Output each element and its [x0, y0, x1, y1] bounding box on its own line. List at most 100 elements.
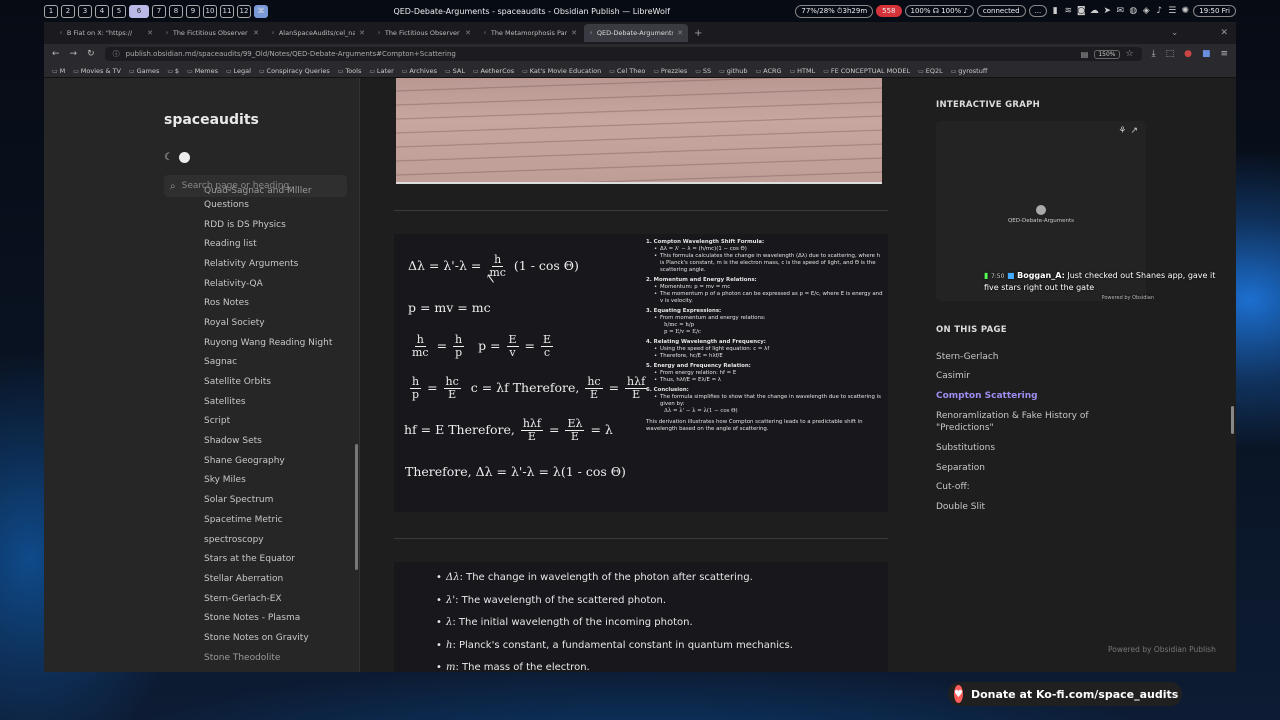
browser-tab[interactable]: ◦The Fictitious Observer at th ✕ — [160, 24, 264, 42]
globe-icon[interactable]: ◍ — [1128, 6, 1138, 16]
file-tree-item[interactable]: Sagnac — [204, 353, 354, 373]
browser-tab[interactable]: ◦ AlanSpaceAudits/cel_na ✕ — [266, 24, 370, 42]
tab-close-icon[interactable]: ✕ — [465, 29, 471, 37]
reload-icon[interactable]: ↻ — [87, 49, 95, 59]
file-tree-item[interactable]: Quad-Sagnac and Miller — [204, 186, 354, 196]
file-tree-item[interactable]: Satellite Orbits — [204, 372, 354, 392]
toc-item[interactable]: Substitutions — [936, 442, 1136, 454]
tab-close-icon[interactable]: ✕ — [677, 29, 683, 37]
bookmark-item[interactable]: Tools — [338, 67, 361, 75]
file-tree-item[interactable]: Satellites — [204, 392, 354, 412]
bookmark-item[interactable]: Games — [129, 67, 160, 75]
file-tree-item[interactable]: Ros Notes — [204, 293, 354, 313]
browser-app-icon[interactable]: ⌘ — [254, 4, 268, 18]
bookmark-star-icon[interactable]: ☆ — [1126, 49, 1134, 59]
file-tree-item[interactable]: RDD is DS Physics — [204, 215, 354, 235]
workspace-button[interactable]: 9 — [186, 4, 200, 18]
cloud-icon[interactable]: ☁ — [1089, 6, 1099, 16]
tab-close-icon[interactable]: ✕ — [147, 29, 153, 37]
file-tree-item[interactable]: Solar Spectrum — [204, 490, 354, 510]
browser-tab[interactable]: ◦The Metamorphosis Parado✕ — [478, 24, 582, 42]
theme-toggle[interactable]: ☾ — [164, 150, 198, 164]
bookmark-item[interactable]: Cel Theo — [609, 67, 645, 75]
downloads-icon[interactable]: ⤓ — [1152, 49, 1156, 59]
toggle-knob[interactable] — [178, 151, 190, 163]
bars-icon[interactable]: ▮ — [1050, 6, 1060, 16]
bookmark-item[interactable]: github — [719, 67, 748, 75]
back-icon[interactable]: ← — [52, 49, 60, 59]
bookmark-item[interactable]: M — [52, 67, 66, 75]
bookmark-item[interactable]: Conspiracy Queries — [259, 67, 330, 75]
sidebar-scrollbar[interactable] — [355, 444, 358, 570]
file-tree-item[interactable]: Script — [204, 412, 354, 432]
toc-item[interactable]: Casimir — [936, 370, 1136, 382]
expand-icon[interactable]: ↗ — [1130, 126, 1138, 136]
reader-icon[interactable]: ▤ — [1081, 50, 1089, 59]
toc-item[interactable]: Cut-off: — [936, 481, 1136, 493]
volume-status[interactable]: 100% ☊ 100% ♪ — [904, 5, 974, 17]
bookmark-item[interactable]: ACRG — [756, 67, 781, 75]
toc-item[interactable]: Stern-Gerlach — [936, 351, 1136, 363]
workspace-button[interactable]: 12 — [237, 4, 251, 18]
file-tree-item[interactable]: Stone Notes on Gravity — [204, 628, 354, 648]
gamepad-icon[interactable]: ◙ — [1076, 6, 1086, 16]
url-text[interactable]: publish.obsidian.md/spaceaudits/99_Old/N… — [126, 50, 1075, 58]
toc-item[interactable]: Double Slit — [936, 501, 1136, 513]
extensions-icon[interactable]: ⬚ — [1166, 49, 1175, 59]
bookmark-item[interactable]: SS — [695, 67, 711, 75]
bookmark-item[interactable]: gyrostuff — [951, 67, 987, 75]
file-tree-item[interactable]: spectroscopy — [204, 530, 354, 550]
browser-tab[interactable]: ◦ B Fiat on X: "https:// ✕ — [54, 24, 158, 42]
file-tree-item[interactable]: Stern-Gerlach-EX — [204, 589, 354, 609]
chat-icon[interactable]: ✉ — [1115, 6, 1125, 16]
bookmark-item[interactable]: AetherCos — [473, 67, 515, 75]
file-tree-item[interactable]: Questions — [204, 195, 354, 215]
toc-item[interactable]: Separation — [936, 462, 1136, 474]
tray-overflow[interactable]: ... — [1028, 5, 1048, 17]
wifi-icon[interactable]: ☰ — [1167, 6, 1177, 16]
zoom-level[interactable]: 150% — [1094, 49, 1120, 59]
workspace-button[interactable]: 3 — [78, 4, 92, 18]
file-tree-item[interactable]: Sky Miles — [204, 471, 354, 491]
workspace-button[interactable]: 8 — [169, 4, 183, 18]
settings-icon[interactable]: ✺ — [1180, 6, 1190, 16]
bookmark-item[interactable]: $ — [167, 67, 179, 75]
send-icon[interactable]: ➤ — [1102, 6, 1112, 16]
tab-close-icon[interactable]: ✕ — [571, 29, 577, 37]
bookmark-item[interactable]: Memes — [187, 67, 218, 75]
file-tree-item[interactable]: Stars at the Equator — [204, 549, 354, 569]
account-icon[interactable]: ■ — [1202, 49, 1211, 59]
network-status[interactable]: connected — [976, 5, 1026, 17]
file-tree-item[interactable]: Relativity Arguments — [204, 254, 354, 274]
site-name[interactable]: spaceaudits — [164, 112, 259, 128]
powered-by[interactable]: Powered by Obsidian Publish — [1108, 645, 1216, 654]
notification-badge[interactable]: 558 — [876, 5, 902, 17]
workspace-button[interactable]: 4 — [95, 4, 109, 18]
workspace-button[interactable]: 5 — [112, 4, 126, 18]
layers-icon[interactable]: ≋ — [1063, 6, 1073, 16]
bookmark-item[interactable]: SAL — [445, 67, 465, 75]
browser-tab[interactable]: ◦ QED-Debate-Arguments ✕ — [584, 24, 688, 42]
bookmark-item[interactable]: Archives — [402, 67, 437, 75]
close-window-icon[interactable]: ✕ — [1220, 28, 1228, 38]
workspace-button[interactable]: 10 — [203, 4, 217, 18]
bookmark-item[interactable]: EQ2L — [918, 67, 943, 75]
graph-global-icon[interactable]: ⚘ — [1118, 126, 1126, 136]
workspace-button[interactable]: 11 — [220, 4, 234, 18]
url-bar[interactable]: ⓘ publish.obsidian.md/spaceaudits/99_Old… — [104, 47, 1142, 61]
file-tree-item[interactable]: Shadow Sets — [204, 431, 354, 451]
addon-icon[interactable]: ● — [1184, 49, 1192, 59]
tab-close-icon[interactable]: ✕ — [359, 29, 365, 37]
file-tree-item[interactable]: Relativity-QA — [204, 274, 354, 294]
workspace-button[interactable]: 1 — [44, 4, 58, 18]
bookmark-item[interactable]: FE CONCEPTUAL MODEL — [823, 67, 910, 75]
site-info-icon[interactable]: ⓘ — [113, 49, 120, 59]
file-tree-item[interactable]: Ruyong Wang Reading Night — [204, 333, 354, 353]
browser-tab[interactable]: ◦The Fictitious Observer at th ✕ — [372, 24, 476, 42]
menu-icon[interactable]: ≡ — [1220, 49, 1228, 59]
page-scrollbar[interactable] — [1231, 406, 1234, 434]
new-tab-button[interactable]: + — [694, 28, 702, 39]
file-tree-item[interactable]: Shane Geography — [204, 451, 354, 471]
forward-icon[interactable]: → — [70, 49, 78, 59]
shield-icon[interactable]: ◈ — [1141, 6, 1151, 16]
